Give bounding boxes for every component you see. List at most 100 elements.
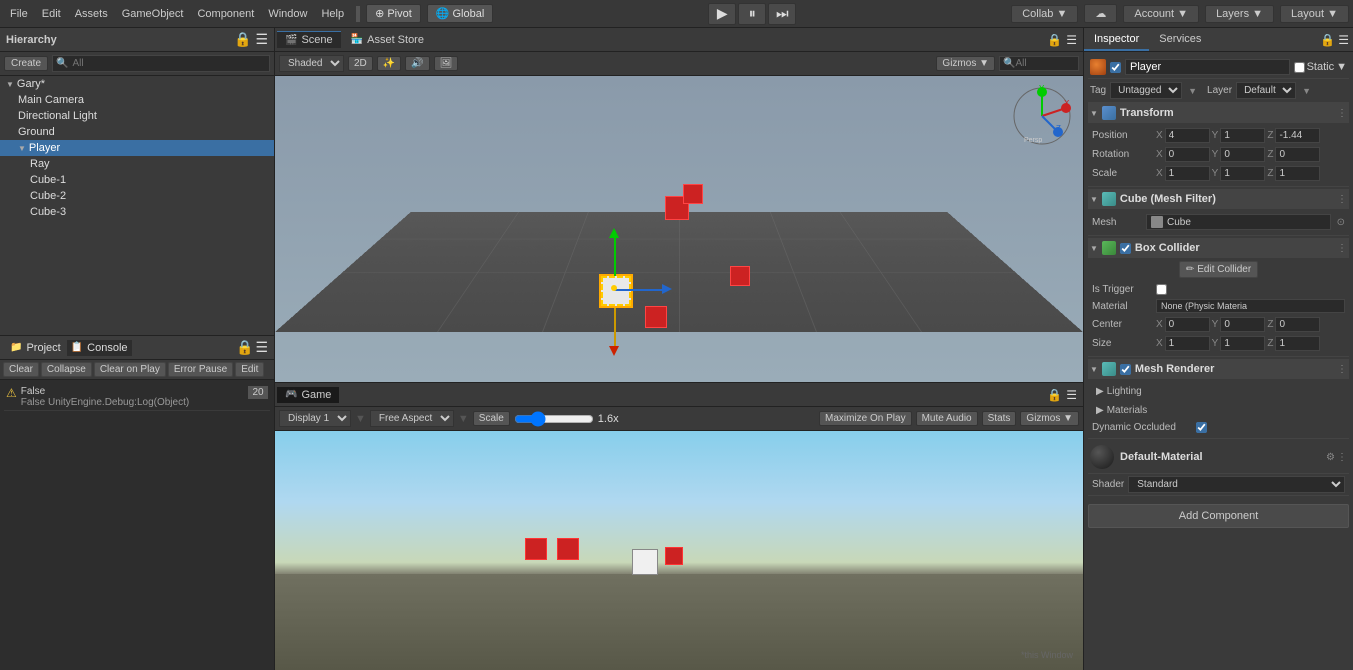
size-y-input[interactable]: [1220, 336, 1265, 351]
materials-toggle[interactable]: ▶ Materials: [1096, 403, 1341, 418]
game-tab[interactable]: 🎮 Game: [277, 387, 339, 403]
shader-select[interactable]: Standard: [1128, 476, 1345, 493]
box-collider-enabled-checkbox[interactable]: [1120, 243, 1131, 254]
collab-button[interactable]: Collab ▼: [1011, 5, 1078, 23]
mesh-filter-menu-icon[interactable]: ⋮: [1337, 194, 1347, 205]
menu-file[interactable]: File: [4, 6, 34, 22]
box-collider-header[interactable]: ▼ Box Collider ⋮: [1088, 238, 1349, 258]
game-gizmos-btn[interactable]: Gizmos ▼: [1020, 411, 1079, 426]
collapse-button[interactable]: Collapse: [41, 362, 92, 377]
menu-assets[interactable]: Assets: [69, 6, 114, 22]
static-checkbox[interactable]: [1294, 62, 1305, 73]
mesh-filter-header[interactable]: ▼ Cube (Mesh Filter) ⋮: [1088, 189, 1349, 209]
object-enabled-checkbox[interactable]: [1110, 62, 1121, 73]
pos-x-input[interactable]: [1165, 128, 1210, 143]
rot-z-input[interactable]: [1275, 147, 1320, 162]
scene-lock-icon[interactable]: 🔒: [1047, 33, 1062, 47]
hierarchy-create-btn[interactable]: Create: [4, 56, 48, 71]
project-tab[interactable]: 📁 Project: [6, 340, 65, 356]
transform-menu-icon[interactable]: ⋮: [1337, 108, 1347, 119]
hierarchy-item-player[interactable]: ▼ Player: [0, 140, 274, 156]
menu-window[interactable]: Window: [262, 6, 313, 22]
mesh-renderer-menu-icon[interactable]: ⋮: [1337, 364, 1347, 375]
2d-button[interactable]: 2D: [348, 56, 373, 71]
edit-button[interactable]: Edit: [235, 362, 264, 377]
clear-button[interactable]: Clear: [3, 362, 39, 377]
mesh-picker-icon[interactable]: ⊙: [1337, 217, 1345, 228]
hierarchy-item-cube1[interactable]: Cube-1: [0, 172, 274, 188]
transform-header[interactable]: ▼ Transform ⋮: [1088, 103, 1349, 123]
layout-button[interactable]: Layout ▼: [1280, 5, 1349, 23]
asset-store-tab[interactable]: 🏪 Asset Store: [343, 32, 432, 48]
scale-x-input[interactable]: [1165, 166, 1210, 181]
hierarchy-item-dirlight[interactable]: Directional Light: [0, 108, 274, 124]
game-lock-icon[interactable]: 🔒: [1047, 388, 1062, 402]
mesh-renderer-header[interactable]: ▼ Mesh Renderer ⋮: [1088, 359, 1349, 379]
inspector-tab[interactable]: Inspector: [1084, 28, 1149, 51]
hierarchy-item-cube2[interactable]: Cube-2: [0, 188, 274, 204]
scene-tab[interactable]: 🎬 Scene: [277, 31, 341, 48]
play-button[interactable]: ▶: [708, 3, 736, 25]
hierarchy-item-maincamera[interactable]: Main Camera: [0, 92, 274, 108]
rot-x-input[interactable]: [1165, 147, 1210, 162]
global-button[interactable]: 🌐 Global: [427, 4, 494, 23]
center-x-input[interactable]: [1165, 317, 1210, 332]
gizmos-button[interactable]: Gizmos ▼: [936, 56, 995, 71]
box-collider-menu-icon[interactable]: ⋮: [1337, 243, 1347, 254]
game-menu-icon[interactable]: ☰: [1066, 388, 1077, 402]
image-button[interactable]: 🖼: [434, 56, 459, 71]
inspector-lock-icon[interactable]: 🔒: [1320, 33, 1335, 47]
menu-component[interactable]: Component: [191, 6, 260, 22]
dynamic-occluded-checkbox[interactable]: [1196, 422, 1207, 433]
center-z-input[interactable]: [1275, 317, 1320, 332]
scene-menu-icon[interactable]: ☰: [1066, 33, 1077, 47]
display-select[interactable]: Display 1: [279, 410, 351, 427]
scale-z-input[interactable]: [1275, 166, 1320, 181]
hierarchy-lock-icon[interactable]: 🔒: [234, 31, 251, 48]
pause-button[interactable]: ⏸: [738, 3, 766, 25]
scale-y-input[interactable]: [1220, 166, 1265, 181]
rot-y-input[interactable]: [1220, 147, 1265, 162]
hierarchy-search-input[interactable]: [68, 57, 266, 70]
pos-z-input[interactable]: [1275, 128, 1320, 143]
game-view[interactable]: *this Window: [275, 431, 1083, 670]
stats-btn[interactable]: Stats: [982, 411, 1017, 426]
hierarchy-item-ground[interactable]: Ground: [0, 124, 274, 140]
mesh-renderer-enabled-checkbox[interactable]: [1120, 364, 1131, 375]
edit-collider-btn[interactable]: ✏ Edit Collider: [1179, 261, 1258, 278]
step-button[interactable]: ⏭: [768, 3, 796, 25]
account-button[interactable]: Account ▼: [1123, 5, 1199, 23]
pivot-button[interactable]: ⊕ Pivot: [366, 4, 421, 23]
fx-button[interactable]: ✨: [377, 56, 401, 71]
hierarchy-item-ray[interactable]: Ray: [0, 156, 274, 172]
console-lock-icon[interactable]: 🔒: [236, 339, 253, 356]
hierarchy-item-cube3[interactable]: Cube-3: [0, 204, 274, 220]
size-z-input[interactable]: [1275, 336, 1320, 351]
object-name-input[interactable]: [1125, 59, 1290, 75]
layer-select[interactable]: Default: [1236, 82, 1296, 99]
clear-on-play-button[interactable]: Clear on Play: [94, 362, 166, 377]
maximize-on-play-btn[interactable]: Maximize On Play: [819, 411, 912, 426]
material-menu-icon[interactable]: ⋮: [1337, 452, 1347, 463]
menu-edit[interactable]: Edit: [36, 6, 67, 22]
tag-select[interactable]: Untagged: [1110, 82, 1182, 99]
menu-gameobject[interactable]: GameObject: [116, 6, 190, 22]
mute-audio-btn[interactable]: Mute Audio: [916, 411, 978, 426]
static-dropdown-icon[interactable]: ▼: [1336, 61, 1347, 73]
aspect-select[interactable]: Free Aspect: [370, 410, 454, 427]
scene-search-input[interactable]: [1015, 58, 1075, 69]
lighting-toggle[interactable]: ▶ Lighting: [1096, 384, 1341, 399]
inspector-menu-icon[interactable]: ☰: [1338, 33, 1349, 47]
audio-button[interactable]: 🔊: [405, 56, 429, 71]
hierarchy-item-gary[interactable]: ▼ Gary*: [0, 76, 274, 92]
layers-button[interactable]: Layers ▼: [1205, 5, 1274, 23]
size-x-input[interactable]: [1165, 336, 1210, 351]
trigger-checkbox[interactable]: [1156, 284, 1167, 295]
menu-help[interactable]: Help: [315, 6, 350, 22]
services-tab[interactable]: Services: [1149, 28, 1211, 51]
cloud-button[interactable]: ☁: [1084, 4, 1117, 23]
pos-y-input[interactable]: [1220, 128, 1265, 143]
error-pause-button[interactable]: Error Pause: [168, 362, 233, 377]
scale-slider[interactable]: [514, 411, 594, 427]
center-y-input[interactable]: [1220, 317, 1265, 332]
